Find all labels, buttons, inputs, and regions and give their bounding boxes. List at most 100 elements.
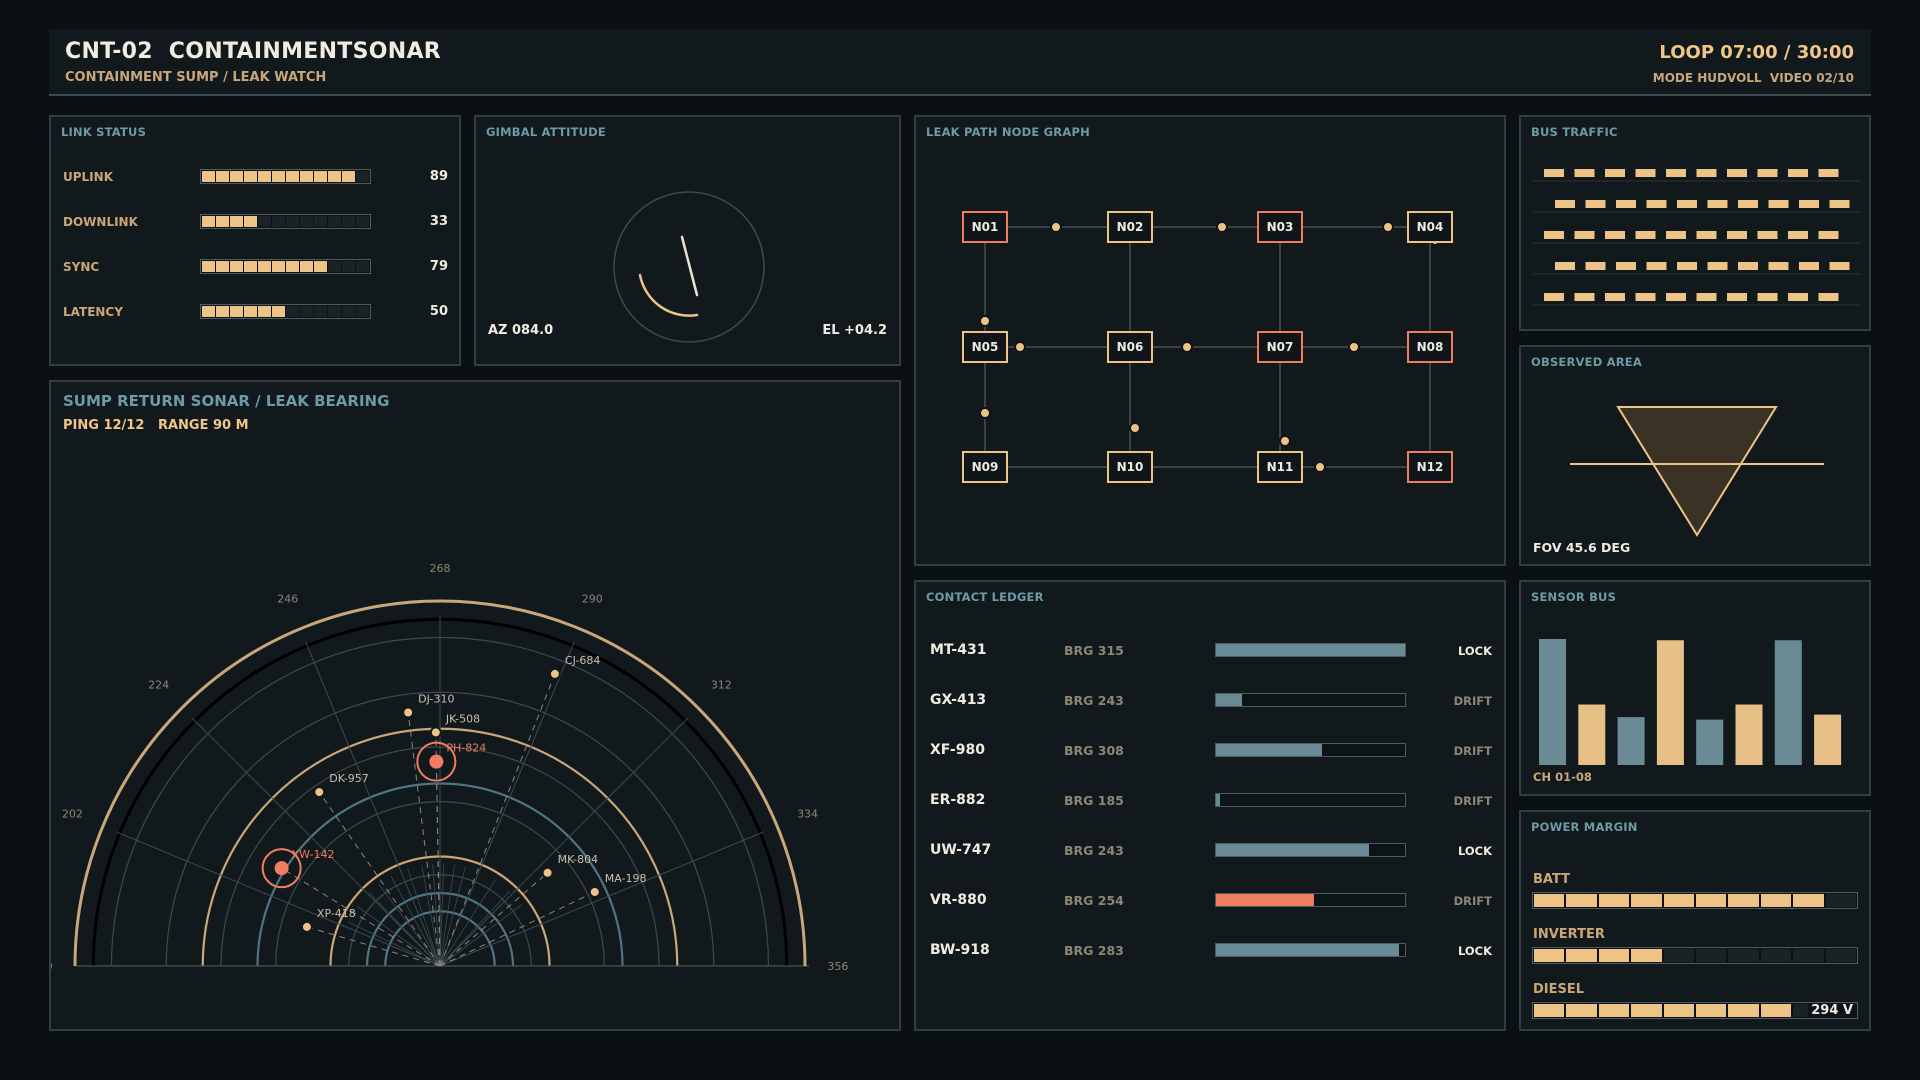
bus-packet [1799, 200, 1819, 208]
contact-marker[interactable] [274, 861, 289, 876]
bar-segment [300, 306, 313, 317]
bar-segment [244, 306, 257, 317]
graph-node[interactable]: N04 [1407, 211, 1453, 243]
bus-packet [1646, 262, 1667, 270]
contact-marker[interactable] [313, 786, 326, 799]
contact-label: PH-824 [446, 742, 486, 755]
contact-status: DRIFT [1453, 694, 1492, 708]
graph-node[interactable]: N07 [1257, 331, 1303, 363]
contact-marker[interactable] [548, 667, 561, 680]
gimbal-attitude-panel: GIMBAL ATTITUDE AZ 084.0 EL +04.2 [474, 115, 901, 366]
panel-title: CONTACT LEDGER [926, 590, 1044, 604]
graph-node[interactable]: N12 [1407, 451, 1453, 483]
bearing-tick-label: 312 [711, 679, 732, 692]
ledger-row[interactable]: MT-431 BRG 315 LOCK [916, 639, 1504, 663]
power-value: 294 V [1808, 1003, 1856, 1018]
bar-segment [202, 261, 215, 272]
graph-node[interactable]: N10 [1107, 451, 1153, 483]
link-value: 50 [429, 304, 448, 319]
bus-packet [1605, 169, 1625, 177]
ledger-row[interactable]: ER-882 BRG 185 DRIFT [916, 789, 1504, 813]
contact-marker[interactable] [429, 726, 442, 739]
bus-packet [1616, 200, 1636, 208]
bar-segment [258, 216, 271, 227]
bar-segment [314, 216, 327, 227]
bar-segment [342, 171, 355, 182]
ledger-row[interactable]: GX-413 BRG 243 DRIFT [916, 689, 1504, 713]
bar-segment [1631, 949, 1662, 962]
graph-node[interactable]: N02 [1107, 211, 1153, 243]
graph-node[interactable]: N06 [1107, 331, 1153, 363]
ledger-row[interactable]: XF-980 BRG 308 DRIFT [916, 739, 1504, 763]
graph-node[interactable]: N11 [1257, 451, 1303, 483]
bus-packet [1635, 231, 1656, 239]
bar-segment [314, 171, 327, 182]
bar-segment [1598, 949, 1630, 962]
graph-node[interactable]: N08 [1407, 331, 1453, 363]
graph-node[interactable]: N05 [962, 331, 1008, 363]
bus-packet [1818, 293, 1839, 301]
contact-marker[interactable] [541, 866, 554, 879]
signal-bar [1215, 843, 1406, 857]
bar-segment [244, 261, 257, 272]
bar-segment [300, 216, 313, 227]
bar-segment [1696, 949, 1727, 962]
bearing-tick-label: 246 [277, 592, 298, 605]
bus-packet [1799, 262, 1819, 270]
channel-bar [1617, 717, 1645, 765]
channel-bar [1656, 640, 1684, 765]
panel-title: LINK STATUS [61, 125, 147, 139]
channel-bar [1814, 714, 1842, 765]
bar-segment [1760, 949, 1792, 962]
bar-segment [356, 171, 369, 182]
signal-fill [1216, 944, 1400, 956]
panel-title: POWER MARGIN [1531, 820, 1638, 834]
bus-packet [1544, 293, 1564, 301]
bus-packet [1666, 293, 1686, 301]
signal-bar [1215, 943, 1406, 957]
contact-label: DK-957 [329, 772, 369, 785]
bus-packet [1635, 293, 1656, 301]
bar-segment [286, 171, 299, 182]
link-level-bar [200, 259, 371, 274]
bus-packet [1727, 231, 1747, 239]
bar-segment [342, 216, 355, 227]
bar-segment [286, 261, 299, 272]
contact-marker[interactable] [429, 754, 444, 769]
ledger-row[interactable]: BW-918 BRG 283 LOCK [916, 939, 1504, 963]
ledger-row[interactable]: UW-747 BRG 243 LOCK [916, 839, 1504, 863]
contact-marker[interactable] [402, 706, 415, 719]
bar-segment [300, 171, 313, 182]
signal-fill [1216, 744, 1322, 756]
bar-segment [216, 171, 229, 182]
bus-packet [1585, 200, 1606, 208]
bar-segment [1534, 894, 1565, 907]
signal-fill [1216, 894, 1315, 906]
contact-marker[interactable] [588, 885, 601, 898]
channel-bar [1539, 639, 1566, 765]
contact-status: DRIFT [1453, 894, 1492, 908]
bus-packet [1768, 200, 1789, 208]
bus-packet [1818, 169, 1839, 177]
graph-node[interactable]: N01 [962, 211, 1008, 243]
link-level-bar [200, 214, 371, 229]
app-title: CNT-02 CONTAINMENTSONAR [65, 39, 442, 64]
contact-bearing: BRG 308 [1064, 743, 1124, 758]
bar-segment [202, 171, 215, 182]
bus-packet [1768, 262, 1789, 270]
bus-packet [1605, 231, 1625, 239]
link-value: 33 [429, 214, 448, 229]
graph-node[interactable]: N09 [962, 451, 1008, 483]
bar-segment [272, 261, 285, 272]
contact-bearing: BRG 243 [1064, 843, 1124, 858]
signal-fill [1216, 694, 1243, 706]
graph-node[interactable]: N03 [1257, 211, 1303, 243]
contact-id: XF-980 [930, 742, 985, 758]
fov-diagram [1570, 406, 1824, 537]
bar-segment [1566, 949, 1597, 962]
bar-segment [328, 261, 341, 272]
contact-marker[interactable] [300, 920, 313, 933]
bus-packet [1616, 262, 1636, 270]
ledger-row[interactable]: VR-880 BRG 254 DRIFT [916, 889, 1504, 913]
bus-packet [1677, 262, 1697, 270]
